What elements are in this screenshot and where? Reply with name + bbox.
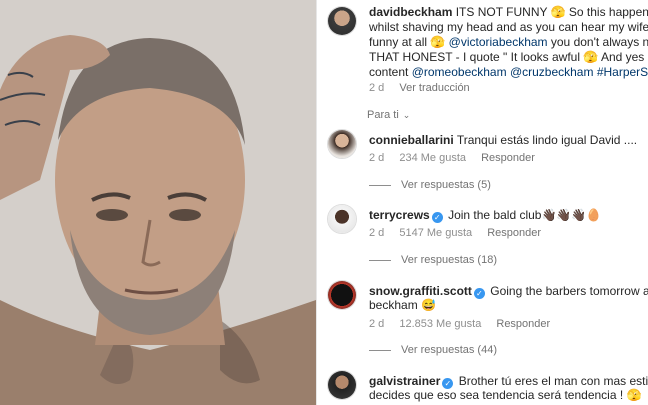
comment-username[interactable]: terrycrews [369, 208, 430, 222]
comment-time: 2 d [369, 227, 385, 239]
comments-panel[interactable]: davidbeckham ITS NOT FUNNY 🫣 So this hap… [317, 0, 648, 405]
divider-line [369, 259, 391, 261]
divider-line [369, 349, 391, 351]
comment-meta: 2 d 234 Me gusta Responder [369, 152, 547, 164]
post-photo-illustration [0, 0, 316, 405]
avatar-galvistrainer[interactable] [327, 370, 357, 400]
comment-text: Tranqui estás lindo igual David .... [456, 133, 638, 147]
view-replies-button[interactable]: Ver respuestas (5) [369, 179, 491, 191]
comment-username[interactable]: snow.graffiti.scott [369, 284, 472, 298]
reply-button[interactable]: Responder [481, 152, 535, 164]
mention-romeobeckham[interactable]: @romeobeckham [412, 65, 507, 79]
comments-filter-dropdown[interactable]: Para ti ⌄ [367, 109, 410, 121]
caption-line-1: ITS NOT FUNNY 🫣 So this happened yeste [455, 5, 648, 19]
view-replies-button[interactable]: Ver respuestas (44) [369, 344, 497, 356]
filter-label: Para ti [367, 109, 399, 121]
caption-username[interactable]: davidbeckham [369, 5, 452, 19]
comment-4: galvistrainer ✓ Brother tú eres el man co… [369, 374, 648, 389]
post-image [0, 0, 316, 405]
mention-victoriabeckham[interactable]: @victoriabeckham [449, 35, 548, 49]
caption-meta: 2 d Ver traducción [369, 82, 482, 94]
view-replies-label: Ver respuestas (18) [401, 254, 497, 266]
comment-username[interactable]: galvistrainer [369, 374, 440, 388]
view-replies-button[interactable]: Ver respuestas (18) [369, 254, 497, 266]
reply-button[interactable]: Responder [487, 227, 541, 239]
comment-meta: 2 d 5147 Me gusta Responder [369, 227, 553, 239]
post-caption: davidbeckham ITS NOT FUNNY 🫣 So this hap… [369, 5, 648, 80]
translate-link[interactable]: Ver traducción [399, 82, 469, 94]
comment-time: 2 d [369, 152, 385, 164]
mention-cruzbeckham[interactable]: @cruzbeckham [510, 65, 594, 79]
verified-badge-icon: ✓ [431, 212, 443, 223]
comment-likes[interactable]: 12.853 Me gusta [399, 318, 481, 330]
caption-line-2: whilst shaving my head and as you can he… [369, 20, 648, 34]
view-replies-label: Ver respuestas (5) [401, 179, 491, 191]
comment-2: terrycrews ✓ Join the bald club👋🏿👋🏿👋🏿🥚 [369, 208, 648, 223]
chevron-down-icon: ⌄ [402, 110, 411, 120]
caption-line-5-pre: content [369, 65, 412, 79]
comment-likes[interactable]: 5147 Me gusta [399, 227, 472, 239]
avatar-terrycrews[interactable] [327, 204, 357, 234]
comment-text-line-2: beckham 😅 [369, 298, 436, 312]
comment-1: connieballarini Tranqui estás lindo igua… [369, 133, 648, 148]
hashtag-harperseven[interactable]: #HarperSeven [597, 65, 648, 79]
divider-line [369, 184, 391, 186]
comment-text: Going the barbers tomorrow asking fo [490, 284, 648, 298]
comment-text: Join the bald club👋🏿👋🏿👋🏿🥚 [448, 208, 602, 222]
comment-text-line-2: decides que eso sea tendencia será tende… [369, 388, 642, 402]
view-replies-label: Ver respuestas (44) [401, 344, 497, 356]
reply-button[interactable]: Responder [496, 318, 550, 330]
comment-meta: 2 d 12.853 Me gusta Responder [369, 318, 562, 330]
avatar-davidbeckham[interactable] [327, 6, 357, 36]
avatar-connieballarini[interactable] [327, 129, 357, 159]
caption-line-4: THAT HONEST - I quote " It looks awful 🫣… [369, 50, 648, 64]
comment-text: Brother tú eres el man con mas estilo, s… [458, 374, 648, 388]
comment-username[interactable]: connieballarini [369, 133, 454, 147]
avatar-snow-graffiti-scott[interactable] [327, 280, 357, 310]
caption-line-3-post: you don't always need to B [550, 35, 648, 49]
caption-line-3-pre: funny at all 🫣 [369, 35, 449, 49]
comment-3: snow.graffiti.scott ✓ Going the barbers t… [369, 284, 648, 299]
comment-likes[interactable]: 234 Me gusta [399, 152, 466, 164]
comment-3-line-2: beckham 😅 [369, 298, 648, 313]
comment-4-line-2: decides que eso sea tendencia será tende… [369, 388, 648, 403]
comment-time: 2 d [369, 318, 385, 330]
caption-time: 2 d [369, 82, 385, 94]
